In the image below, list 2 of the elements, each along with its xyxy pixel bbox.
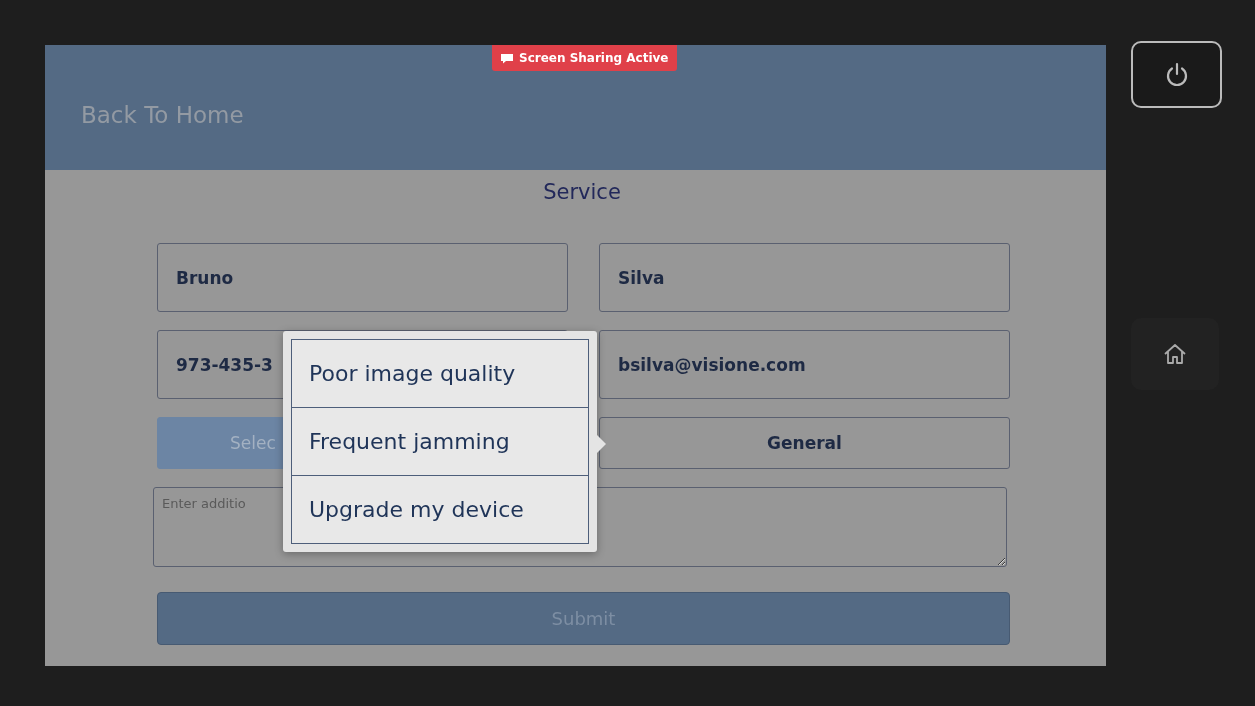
badge-label: Screen Sharing Active: [519, 51, 669, 65]
page-title: Service: [542, 179, 622, 206]
